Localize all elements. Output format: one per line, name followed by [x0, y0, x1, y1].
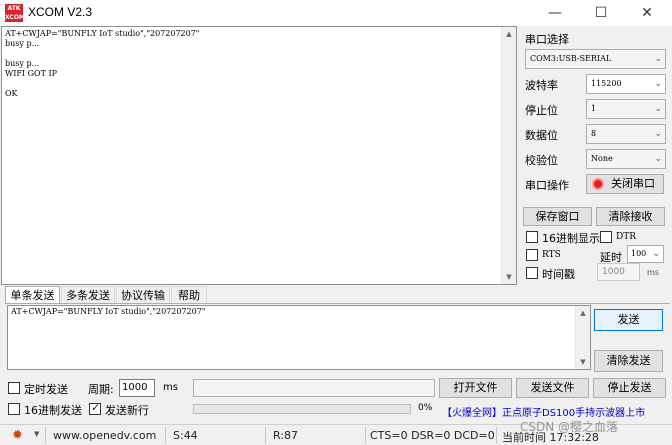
- open-file-button[interactable]: 打开文件: [439, 378, 512, 398]
- scroll-up-icon[interactable]: ▲: [502, 27, 516, 41]
- port-label: 串口选择: [525, 33, 569, 46]
- file-path-input[interactable]: [193, 379, 435, 397]
- parity-value: None: [591, 154, 613, 163]
- clear-send-button[interactable]: 清除发送: [594, 350, 663, 372]
- timed-send-checkbox[interactable]: [8, 382, 20, 394]
- newline-checkbox[interactable]: [89, 401, 101, 415]
- period-label: 周期:: [88, 383, 114, 396]
- close-port-button[interactable]: 关闭串口: [586, 174, 664, 194]
- send-input[interactable]: AT+CWJAP="BUNFLY IoT studio","207207207"…: [7, 305, 591, 370]
- send-progress-bar: [193, 404, 411, 414]
- title-bar: ATK XCOM XCOM V2.3 — ☐ ✕: [0, 0, 672, 26]
- divider: [265, 427, 266, 444]
- period-input[interactable]: 1000: [119, 379, 155, 397]
- close-port-label: 关闭串口: [611, 177, 655, 190]
- divider: [496, 427, 497, 444]
- window-title: XCOM V2.3: [28, 5, 93, 19]
- gear-icon[interactable]: ✹: [12, 428, 23, 443]
- chevron-down-icon: ⌄: [652, 249, 660, 259]
- line-status: CTS=0 DSR=0 DCD=0: [370, 429, 495, 442]
- send-scrollbar[interactable]: ▲ ▼: [575, 306, 590, 369]
- scroll-down-icon[interactable]: ▼: [502, 270, 516, 284]
- maximize-icon[interactable]: ☐: [578, 0, 624, 26]
- scroll-down-icon[interactable]: ▼: [576, 355, 590, 369]
- save-window-button[interactable]: 保存窗口: [523, 207, 592, 226]
- watermark: CSDN @樱之血落: [520, 420, 619, 434]
- divider: [165, 427, 166, 444]
- baud-select[interactable]: 115200 ⌄: [586, 74, 666, 94]
- timestamp-label: 时间戳: [542, 268, 575, 281]
- dtr-label: DTR: [616, 232, 636, 242]
- stopbit-select[interactable]: 1 ⌄: [586, 99, 666, 119]
- parity-label: 校验位: [525, 154, 558, 167]
- dtr-checkbox[interactable]: [600, 231, 612, 243]
- baud-label: 波特率: [525, 79, 558, 92]
- receive-text: AT+CWJAP="BUNFLY IoT studio","207207207"…: [5, 29, 200, 98]
- period-unit: ms: [163, 382, 178, 393]
- rts-checkbox[interactable]: [526, 249, 538, 261]
- timestamp-input[interactable]: 1000: [597, 263, 640, 281]
- send-text: AT+CWJAP="BUNFLY IoT studio","207207207": [11, 307, 206, 316]
- divider: [45, 427, 46, 444]
- tab-multi-send[interactable]: 多条发送: [61, 286, 115, 303]
- hex-send-label: 16进制发送: [24, 404, 82, 417]
- databit-label: 数据位: [525, 129, 558, 142]
- databit-select[interactable]: 8 ⌄: [586, 124, 666, 144]
- chevron-down-icon: ⌄: [654, 79, 662, 89]
- newline-label: 发送新行: [105, 404, 149, 417]
- port-value: COM3:USB-SERIAL: [530, 54, 612, 63]
- timed-send-label: 定时发送: [24, 383, 68, 396]
- stop-send-button[interactable]: 停止发送: [593, 378, 666, 398]
- parity-select[interactable]: None ⌄: [586, 149, 666, 169]
- close-icon[interactable]: ✕: [624, 0, 670, 26]
- send-button[interactable]: 发送: [594, 309, 663, 331]
- received-count: R:87: [273, 429, 299, 442]
- hex-display-label: 16进制显示: [542, 232, 600, 245]
- chevron-down-icon: ⌄: [654, 129, 662, 139]
- timestamp-checkbox[interactable]: [526, 267, 538, 279]
- port-op-label: 串口操作: [525, 179, 569, 192]
- receive-scrollbar[interactable]: ▲ ▼: [501, 27, 516, 284]
- chevron-down-icon: ⌄: [654, 154, 662, 164]
- chevron-down-icon: ⌄: [654, 104, 662, 114]
- website-link[interactable]: www.openedv.com: [53, 429, 156, 442]
- rts-label: RTS: [542, 250, 561, 260]
- promo-link[interactable]: 【火爆全网】正点原子DS100手持示波器上市: [442, 404, 645, 419]
- databit-value: 8: [591, 129, 597, 138]
- baud-value: 115200: [591, 79, 622, 88]
- dropdown-icon[interactable]: ▼: [34, 430, 39, 438]
- timestamp-unit: ms: [647, 268, 659, 277]
- minimize-icon[interactable]: —: [532, 0, 578, 26]
- divider: [365, 427, 366, 444]
- chevron-down-icon: ⌄: [654, 54, 662, 64]
- scroll-up-icon[interactable]: ▲: [576, 306, 590, 320]
- send-file-button[interactable]: 发送文件: [516, 378, 589, 398]
- delay-value: 100: [631, 249, 647, 258]
- receive-area[interactable]: AT+CWJAP="BUNFLY IoT studio","207207207"…: [1, 26, 517, 285]
- clear-receive-button[interactable]: 清除接收: [596, 207, 665, 226]
- hex-display-checkbox[interactable]: [526, 231, 538, 243]
- tab-help[interactable]: 帮助: [171, 286, 207, 303]
- sent-count: S:44: [173, 429, 198, 442]
- tab-divider: [5, 303, 670, 304]
- port-select[interactable]: COM3:USB-SERIAL ⌄: [525, 49, 666, 69]
- app-logo-icon: ATK XCOM: [5, 4, 25, 22]
- port-status-icon: [592, 178, 604, 190]
- stopbit-label: 停止位: [525, 104, 558, 117]
- tab-protocol[interactable]: 协议传输: [116, 286, 170, 303]
- progress-text: 0%: [418, 403, 433, 413]
- delay-select[interactable]: 100 ⌄: [627, 245, 664, 263]
- tab-single-send[interactable]: 单条发送: [5, 286, 60, 303]
- stopbit-value: 1: [591, 104, 597, 113]
- hex-send-checkbox[interactable]: [8, 403, 20, 415]
